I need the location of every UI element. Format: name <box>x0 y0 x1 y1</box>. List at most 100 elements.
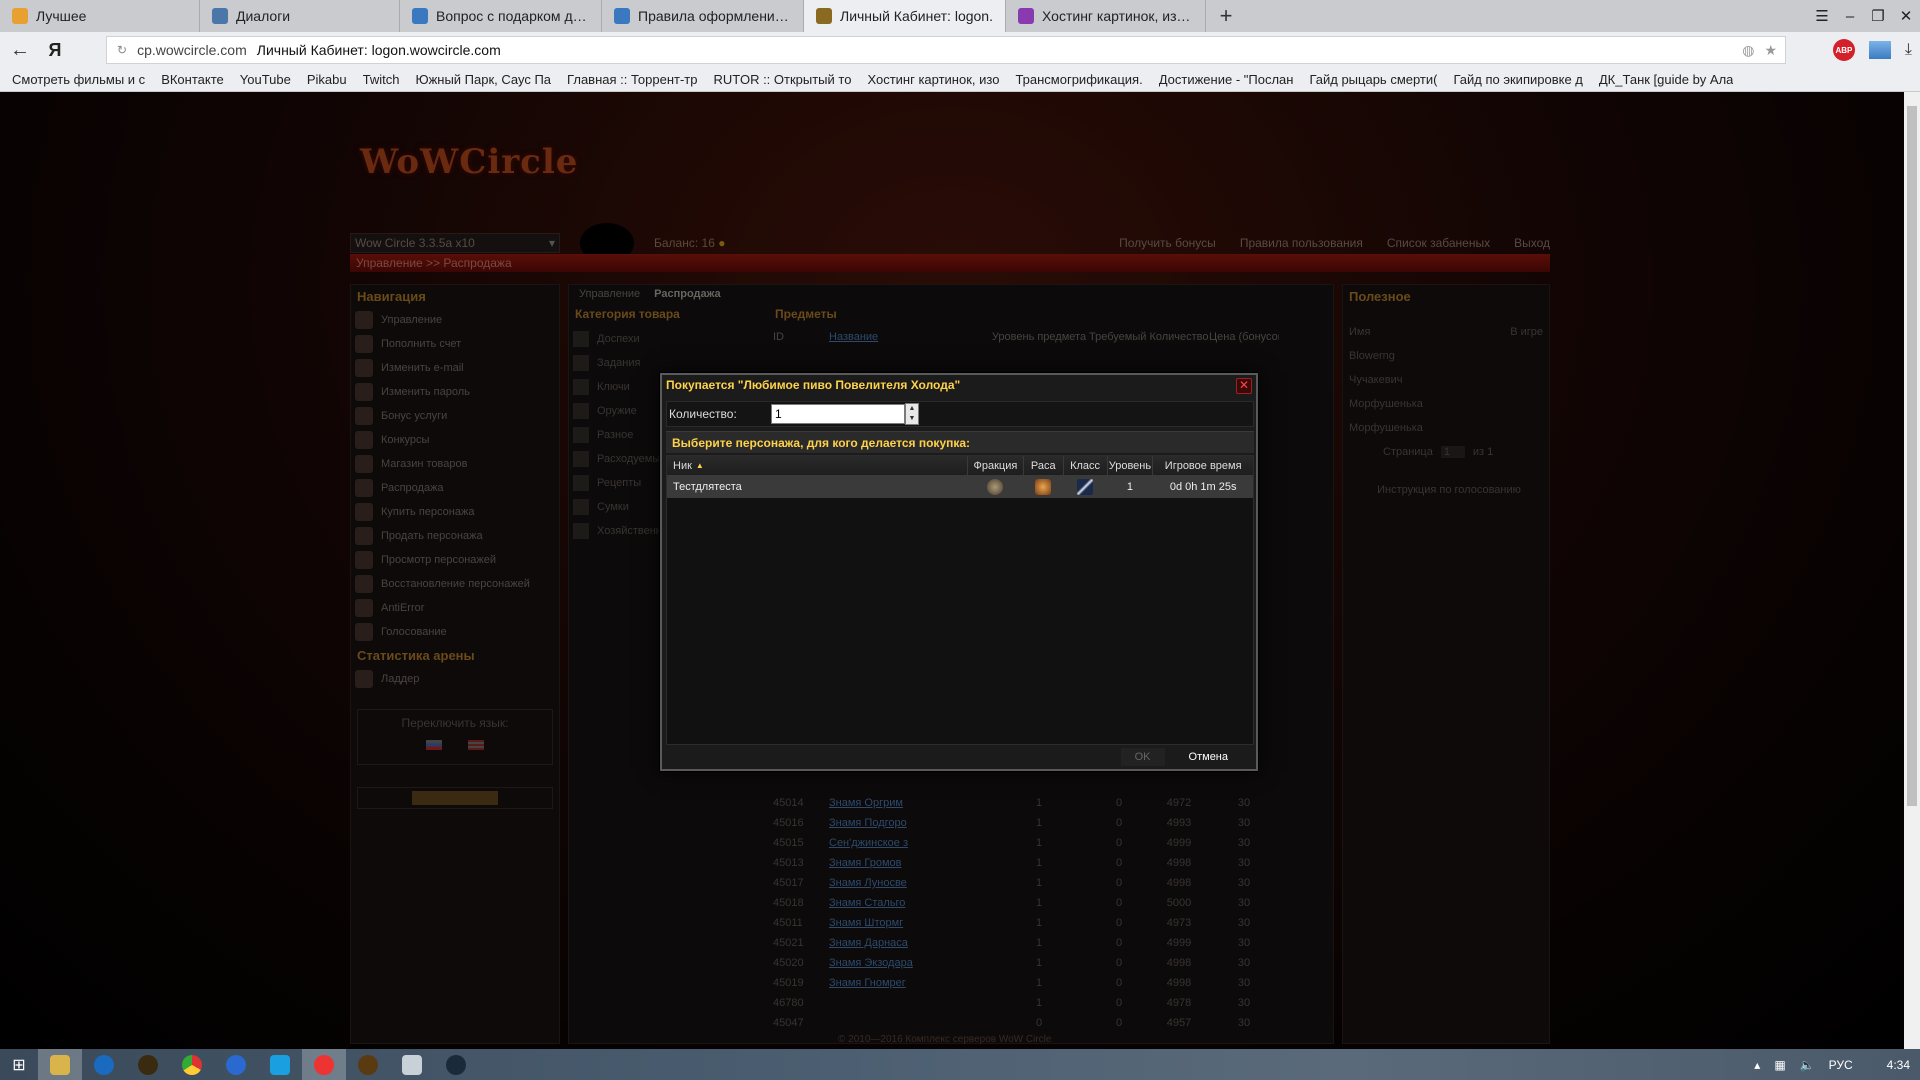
item-name[interactable]: Знамя Штормг <box>829 917 989 929</box>
bookmark-link[interactable]: Twitch <box>363 72 400 87</box>
search-box[interactable] <box>357 787 553 809</box>
topnav-link[interactable]: Правила пользования <box>1240 236 1363 250</box>
app-icon[interactable] <box>214 1049 258 1080</box>
item-name[interactable]: Знамя Громов <box>829 857 989 869</box>
useful-row[interactable]: Морфушенька <box>1343 392 1549 416</box>
sale-tab[interactable]: Управление <box>579 288 640 300</box>
download-icon[interactable]: ⤓ <box>1905 41 1912 59</box>
arena-item[interactable]: Ладдер <box>351 667 559 691</box>
bookmark-star-icon[interactable]: ★ <box>1764 42 1777 59</box>
restore-icon[interactable]: ❐ <box>1864 0 1892 32</box>
adblock-icon[interactable]: ABP <box>1832 39 1855 61</box>
nav-item[interactable]: Купить персонажа <box>351 500 559 524</box>
protect-icon[interactable]: ◍ <box>1742 42 1754 59</box>
volume-icon[interactable]: 🔈 <box>1800 1058 1815 1072</box>
bookmark-link[interactable]: Главная :: Торрент-тр <box>567 72 697 87</box>
col-time[interactable]: Игровое время <box>1153 456 1253 475</box>
nav-item[interactable]: Конкурсы <box>351 428 559 452</box>
col-nick[interactable]: Ник ▲ <box>667 456 968 475</box>
browser-tab[interactable]: Личный Кабинет: logon. <box>804 0 1006 32</box>
topnav-link[interactable]: Получить бонусы <box>1119 236 1216 250</box>
bookmark-link[interactable]: Pikabu <box>307 72 347 87</box>
col-level[interactable]: Уровень <box>1108 456 1154 475</box>
bookmark-link[interactable]: Южный Парк, Саус Па <box>415 72 551 87</box>
nav-item[interactable]: Пополнить счет <box>351 332 559 356</box>
items-col-header[interactable]: Требуемый уровень <box>1089 331 1149 343</box>
image-extension-icon[interactable] <box>1868 41 1891 59</box>
quantity-input[interactable]: 1 <box>771 404 905 424</box>
nav-item[interactable]: Магазин товаров <box>351 452 559 476</box>
category-item[interactable]: Задания <box>573 351 761 375</box>
vote-instruction-link[interactable]: Инструкция по голосованию <box>1343 478 1549 502</box>
back-button[interactable]: ← <box>0 32 40 68</box>
clock[interactable]: 4:34 <box>1887 1058 1910 1072</box>
site-logo[interactable]: WoWCircle <box>360 142 578 182</box>
items-col-header[interactable]: Уровень предмета <box>989 331 1089 343</box>
item-name[interactable]: Знамя Дарнаса <box>829 937 989 949</box>
bookmark-link[interactable]: Трансмогрификация. <box>1015 72 1142 87</box>
bookmark-link[interactable]: RUTOR :: Открытый то <box>713 72 851 87</box>
cancel-button[interactable]: Отмена <box>1175 748 1242 766</box>
item-name[interactable]: Знамя Гномрег <box>829 977 989 989</box>
nav-item[interactable]: Управление <box>351 308 559 332</box>
menu-icon[interactable]: ☰ <box>1808 0 1836 32</box>
category-item[interactable]: Доспехи <box>573 327 761 351</box>
language-indicator[interactable]: РУС <box>1829 1058 1853 1072</box>
quantity-stepper[interactable]: ▲ ▼ <box>905 403 919 425</box>
item-name[interactable]: Знамя Подгоро <box>829 817 989 829</box>
skype-icon[interactable] <box>258 1049 302 1080</box>
notepad-icon[interactable] <box>390 1049 434 1080</box>
pager-input[interactable]: 1 <box>1440 446 1465 458</box>
search-input[interactable] <box>412 791 498 805</box>
nav-item[interactable]: Бонус услуги <box>351 404 559 428</box>
wow-launcher-icon[interactable] <box>346 1049 390 1080</box>
bookmark-link[interactable]: Гайд рыцарь смерти( <box>1309 72 1437 87</box>
items-col-header[interactable]: Цена (бонусов) <box>1209 331 1279 343</box>
windows-start-icon[interactable]: ⊞ <box>0 1049 38 1080</box>
items-col-header[interactable]: Название <box>829 331 989 343</box>
explorer-icon[interactable] <box>38 1049 82 1080</box>
close-icon[interactable]: ✕ <box>1892 0 1920 32</box>
bookmark-link[interactable]: ДК_Танк [guide by Ала <box>1599 72 1734 87</box>
chrome-icon[interactable] <box>170 1049 214 1080</box>
url-field[interactable]: ↻ cp.wowcircle.com Личный Кабинет: logon… <box>106 36 1786 64</box>
hp-icon[interactable] <box>82 1049 126 1080</box>
col-race[interactable]: Раса <box>1024 456 1064 475</box>
topnav-link[interactable]: Выход <box>1514 236 1550 250</box>
browser-tab[interactable]: Правила оформления тем <box>602 0 804 32</box>
flag-ru-icon[interactable] <box>426 740 442 750</box>
topnav-link[interactable]: Список забаненых <box>1387 236 1490 250</box>
tray-arrow-icon[interactable]: ▴ <box>1754 1058 1760 1072</box>
items-col-header[interactable]: ID <box>769 331 829 343</box>
browser-tab[interactable]: Хостинг картинок, изобр <box>1006 0 1206 32</box>
bookmark-link[interactable]: YouTube <box>240 72 291 87</box>
scrollbar-thumb[interactable] <box>1907 106 1917 806</box>
useful-row[interactable]: Blowerng <box>1343 344 1549 368</box>
nav-item[interactable]: Изменить e-mail <box>351 356 559 380</box>
items-col-header[interactable]: Количество <box>1149 331 1209 343</box>
bookmark-link[interactable]: Достижение - "Послан <box>1159 72 1294 87</box>
yandex-browser-icon[interactable] <box>302 1049 346 1080</box>
useful-row[interactable]: Морфушенька <box>1343 416 1549 440</box>
col-class[interactable]: Класс <box>1064 456 1108 475</box>
nav-item[interactable]: Распродажа <box>351 476 559 500</box>
page-scrollbar[interactable] <box>1904 92 1920 1049</box>
col-faction[interactable]: Фракция <box>968 456 1024 475</box>
browser-tab[interactable]: Вопрос с подарком другу <box>400 0 602 32</box>
steam-icon[interactable] <box>434 1049 478 1080</box>
network-icon[interactable]: ▦ <box>1774 1058 1785 1072</box>
nav-item[interactable]: AntiError <box>351 596 559 620</box>
sale-tab[interactable]: Распродажа <box>654 288 721 300</box>
reload-icon[interactable]: ↻ <box>117 43 127 57</box>
item-name[interactable]: Знамя Оргрим <box>829 797 989 809</box>
stepper-up-icon[interactable]: ▲ <box>906 404 918 414</box>
nav-item[interactable]: Просмотр персонажей <box>351 548 559 572</box>
new-tab-button[interactable]: + <box>1206 0 1246 32</box>
item-name[interactable]: Сен'джинское з <box>829 837 989 849</box>
yandex-logo-icon[interactable]: Я <box>40 32 70 68</box>
dialog-close-button[interactable]: ✕ <box>1236 378 1252 394</box>
minimize-icon[interactable]: – <box>1836 0 1864 32</box>
nav-item[interactable]: Голосование <box>351 620 559 644</box>
bookmark-link[interactable]: Смотреть фильмы и с <box>12 72 145 87</box>
item-name[interactable]: Знамя Стальго <box>829 897 989 909</box>
